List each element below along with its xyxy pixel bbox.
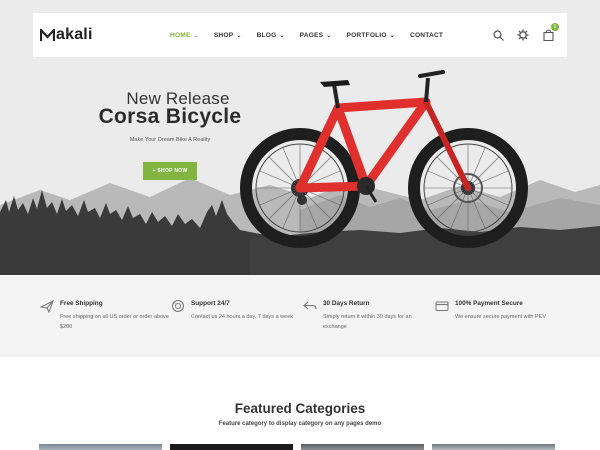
feature-desc: We ensure secure payment with PEV [455,314,546,320]
nav-item-contact[interactable]: CONTACT [410,32,443,39]
features-bar: Free Shipping Free shipping on all US or… [0,275,600,357]
feature-desc: Contact us 24 hours a day, 7 days a week [191,314,294,320]
category-card[interactable] [39,444,162,450]
nav-label: SHOP [213,31,234,39]
bicycle-image [240,70,528,248]
main-nav: HOME ⌄ SHOP ⌄ BLOG ⌄ PAGES ⌄ PORTFOLIO ⌄ CONT… [170,13,458,57]
nav-item-blog[interactable]: BLOG ⌄ [257,32,285,39]
logo-m-icon [40,28,55,41]
nav-item-portfolio[interactable]: PORTFOLIO ⌄ [347,32,396,39]
chevron-down-icon: ⌄ [236,32,242,39]
feature-title: 100% Payment Secure [455,300,523,307]
chevron-down-icon: ⌄ [389,32,395,39]
chevron-down-icon: ⌄ [193,32,199,39]
category-card[interactable] [301,444,424,450]
site-header: akali HOME ⌄ SHOP ⌄ BLOG ⌄ PAGES ⌄ PORTFOLIO… [33,13,567,57]
nav-label: PAGES [299,31,324,39]
nav-item-shop[interactable]: SHOP ⌄ [214,32,242,39]
chevron-down-icon: ⌄ [326,32,332,39]
settings-icon[interactable] [516,28,530,42]
nav-item-home[interactable]: HOME ⌄ [170,32,199,39]
nav-label: HOME [170,31,191,39]
feature-desc: Simply return it within 30 days for an e… [323,314,412,330]
card-icon [435,301,449,311]
nav-label: BLOG [256,31,277,39]
search-icon[interactable] [491,28,505,42]
cart-icon[interactable]: 0 [541,23,559,42]
return-icon [303,301,317,310]
shop-now-button[interactable]: + SHOP NOW [143,162,197,180]
support-icon [172,300,184,312]
plane-icon [40,299,54,313]
nav-item-pages[interactable]: PAGES ⌄ [300,32,332,39]
header-actions: 0 [480,13,559,57]
section-subtitle: Feature category to display category on … [218,421,382,427]
chevron-down-icon: ⌄ [279,32,285,39]
feature-title: 30 Days Return [323,300,370,307]
section-title: Featured Categories [234,401,366,416]
category-card[interactable] [432,444,555,450]
nav-label: PORTFOLIO [346,31,387,39]
feature-title: Free Shipping [60,300,103,307]
category-card[interactable] [170,444,293,450]
feature-title: Support 24/7 [191,300,230,307]
feature-desc: Free shipping on all US order or order a… [60,314,169,330]
brand-name: akali [56,26,93,43]
brand-logo[interactable]: akali [40,25,93,45]
nav-label: CONTACT [410,31,444,39]
cart-count-badge: 0 [551,23,559,31]
